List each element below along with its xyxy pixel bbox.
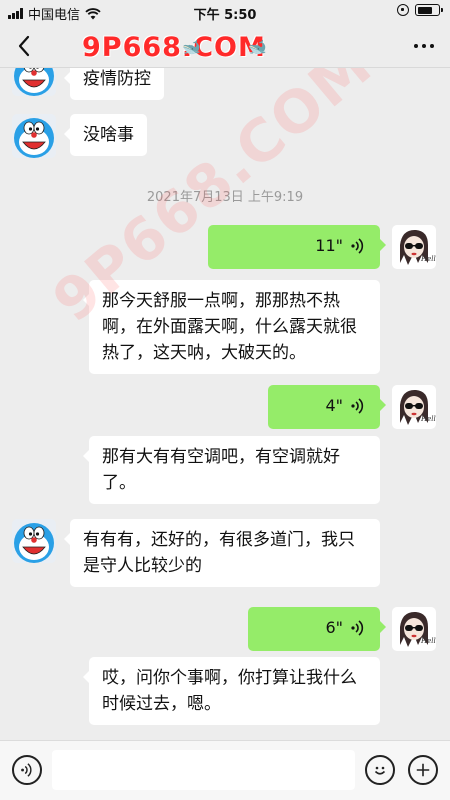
message-input[interactable] (52, 750, 355, 790)
input-bar (0, 740, 450, 800)
voice-input-icon[interactable] (12, 755, 42, 785)
message-bubble[interactable]: 那有大有有空调吧，有空调就好了。 (83, 436, 380, 504)
whale-icon: 🐋 (182, 38, 201, 56)
contact-avatar[interactable] (12, 519, 56, 563)
orientation-lock-icon (397, 4, 409, 16)
girl-avatar-icon: Hello (400, 611, 436, 647)
my-avatar[interactable]: Hello (392, 385, 436, 429)
battery-icon (415, 4, 443, 16)
svg-text:Hello: Hello (420, 415, 436, 423)
message-text: 有有有，还好的，有很多道门，我只是守人比较少的 (83, 530, 355, 576)
message-text: 疫情防控 (83, 69, 151, 89)
watermark-logo: 9P668.COM (82, 32, 266, 63)
message-bubble[interactable]: 有有有，还好的，有很多道门，我只是守人比较少的 (64, 519, 380, 587)
voice-message-bubble[interactable]: 11" (208, 225, 386, 269)
doraemon-avatar-icon (14, 118, 54, 158)
voice-duration: 4" (325, 396, 343, 415)
svg-text:Hello: Hello (420, 255, 436, 263)
girl-avatar-icon: Hello (400, 389, 436, 425)
status-time: 下午 5:50 (193, 8, 257, 23)
voice-duration: 6" (325, 618, 343, 637)
girl-avatar-icon: Hello (400, 229, 436, 265)
message-bubble[interactable]: 没啥事 (64, 114, 147, 156)
voice-message-bubble[interactable]: 6" (248, 607, 386, 651)
whale-icon: 🐋 (248, 38, 267, 56)
chat-area[interactable]: 疫情防控 没啥事 2021年7月13日 上午9:19 11" Hell 那今天舒… (0, 68, 450, 740)
contact-avatar[interactable] (12, 68, 56, 96)
message-timestamp: 2021年7月13日 上午9:19 (146, 190, 304, 205)
more-dots-icon[interactable] (414, 44, 434, 48)
my-avatar[interactable]: Hello (392, 607, 436, 651)
svg-text:Hello: Hello (420, 637, 436, 645)
doraemon-avatar-icon (14, 68, 54, 96)
emoji-icon[interactable] (365, 755, 395, 785)
voice-wave-icon (351, 238, 364, 254)
message-text: 那今天舒服一点啊，那那热不热啊，在外面露天啊，什么露天就很热了，这天呐，大破天的… (102, 291, 357, 363)
message-text: 哎，问你个事啊，你打算让我什么时候过去，嗯。 (102, 668, 357, 714)
chevron-left-icon[interactable] (12, 32, 40, 60)
message-bubble[interactable]: 疫情防控 (64, 68, 164, 100)
message-bubble[interactable]: 哎，问你个事啊，你打算让我什么时候过去，嗯。 (83, 657, 380, 725)
voice-message-bubble[interactable]: 4" (268, 385, 386, 429)
status-right (397, 4, 443, 16)
voice-wave-icon (351, 620, 364, 636)
plus-icon[interactable] (408, 755, 438, 785)
voice-wave-icon (351, 398, 364, 414)
status-bar: 中国电信 下午 5:50 (0, 0, 450, 24)
my-avatar[interactable]: Hello (392, 225, 436, 269)
voice-duration: 11" (315, 236, 343, 255)
message-text: 那有大有有空调吧，有空调就好了。 (102, 447, 340, 493)
message-text: 没啥事 (83, 125, 134, 145)
doraemon-avatar-icon (14, 523, 54, 563)
message-bubble[interactable]: 那今天舒服一点啊，那那热不热啊，在外面露天啊，什么露天就很热了，这天呐，大破天的… (83, 280, 380, 374)
contact-avatar[interactable] (12, 114, 56, 158)
